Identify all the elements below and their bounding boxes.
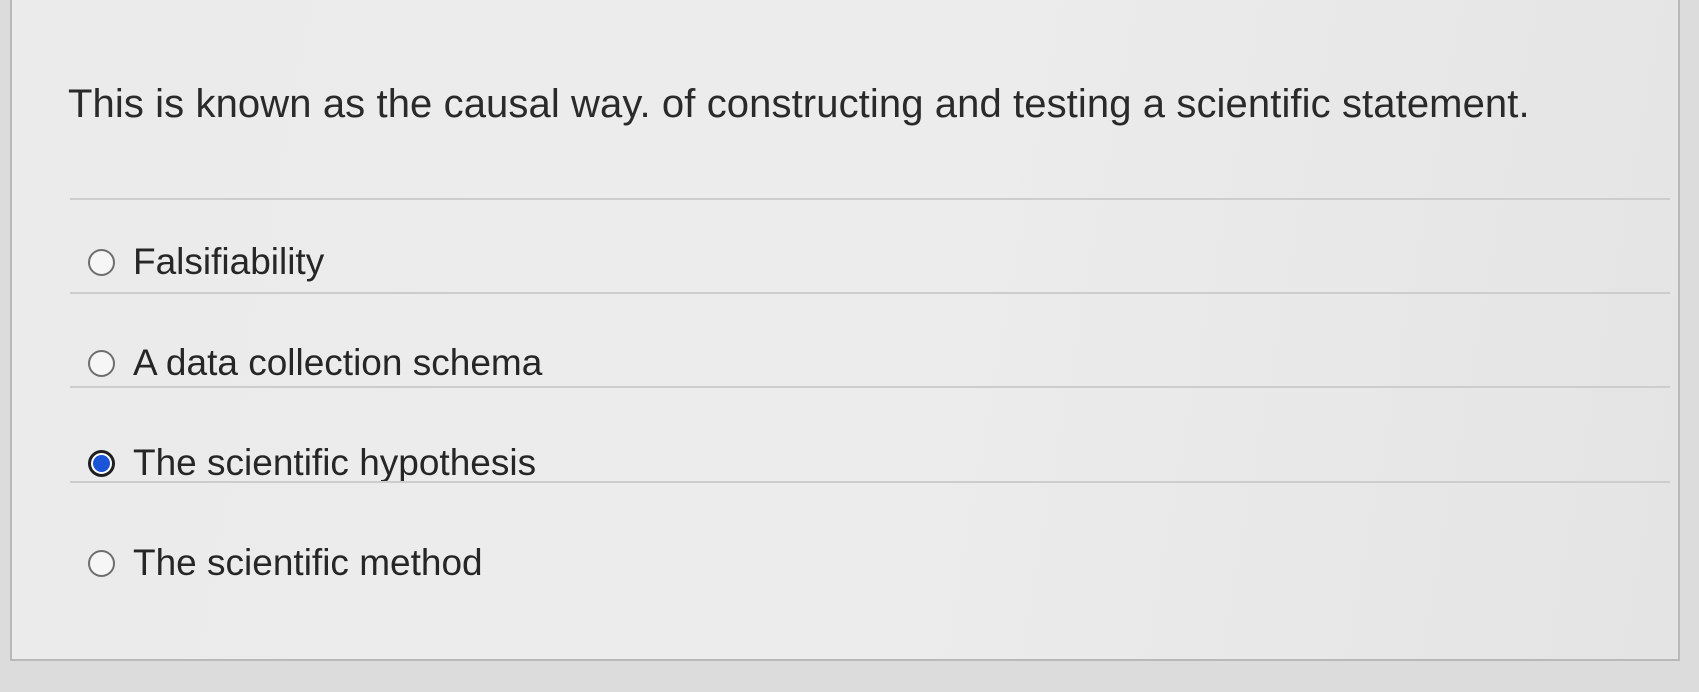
radio-dot-icon <box>93 454 110 472</box>
answer-option-label: Falsifiability <box>133 241 325 282</box>
answer-option-label: A data collection schema <box>133 342 543 383</box>
answer-option-label: The scientific method <box>133 542 483 583</box>
divider <box>70 292 1670 294</box>
radio-unselected-icon[interactable] <box>88 549 115 577</box>
answer-option-label: The scientific hypothesis <box>133 442 537 483</box>
divider <box>70 481 1670 483</box>
answer-option-falsifiability[interactable]: Falsifiability <box>88 237 324 287</box>
answer-option-data-collection-schema[interactable]: A data collection schema <box>88 338 542 388</box>
radio-selected-icon[interactable] <box>88 449 115 477</box>
radio-unselected-icon[interactable] <box>88 349 115 377</box>
radio-unselected-icon[interactable] <box>88 248 115 276</box>
divider <box>70 198 1670 200</box>
divider <box>70 386 1670 388</box>
question-prompt: This is known as the causal way. of cons… <box>68 82 1530 126</box>
question-card: This is known as the causal way. of cons… <box>10 0 1680 661</box>
answer-option-scientific-method[interactable]: The scientific method <box>88 538 483 588</box>
